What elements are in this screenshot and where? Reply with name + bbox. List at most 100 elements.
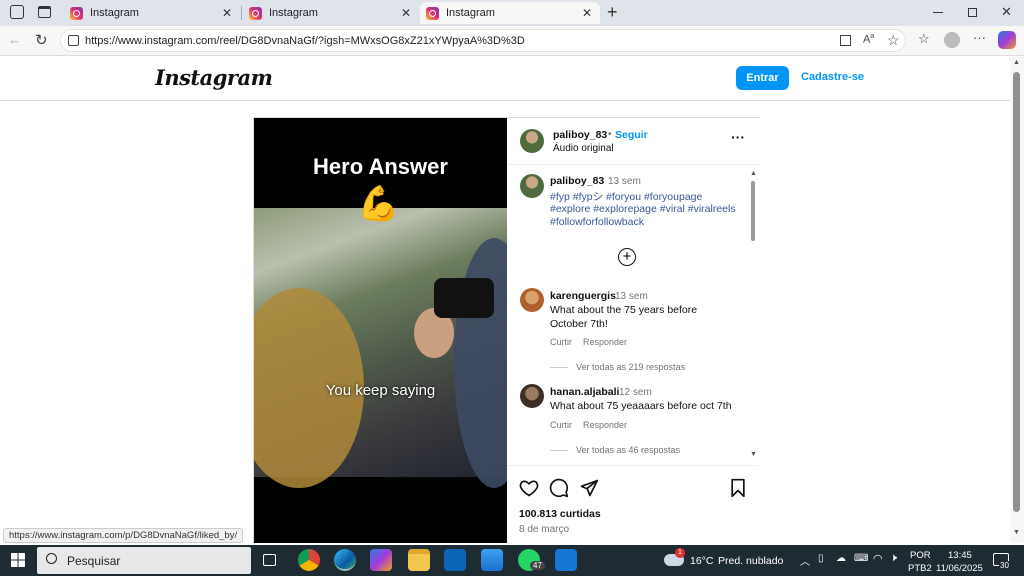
caption-time: 13 sem (608, 176, 641, 187)
tab-separator (241, 6, 242, 20)
comment-icon[interactable] (549, 478, 569, 498)
refresh-icon[interactable]: ↻ (35, 31, 48, 49)
audio-label[interactable]: Áudio original (553, 143, 614, 154)
reel-post: Hero Answer 💪 You keep saying paliboy_83… (253, 117, 759, 543)
outlook-new-icon[interactable] (555, 549, 577, 571)
likes-count[interactable]: 100.813 curtidas (519, 508, 601, 520)
tab-instagram-1[interactable]: Instagram ✕ (64, 2, 240, 24)
tray-app-icon[interactable]: ⌨ (854, 553, 868, 564)
signup-link[interactable]: Cadastre-se (801, 71, 864, 83)
view-replies-button[interactable]: Ver todas as 219 respostas (576, 362, 685, 372)
whatsapp-badge: 47 (530, 561, 545, 570)
page-scroll-thumb[interactable] (1013, 72, 1020, 512)
close-tab-icon[interactable]: ✕ (582, 6, 592, 20)
caption-username[interactable]: paliboy_83 (550, 175, 604, 187)
video-frame (254, 208, 507, 488)
login-button[interactable]: Entrar (736, 66, 789, 90)
author-avatar[interactable] (520, 174, 544, 198)
weather-temp[interactable]: 16°C (690, 555, 713, 567)
comment-username[interactable]: karenguergis (550, 290, 616, 302)
chrome-icon[interactable] (298, 549, 320, 571)
tab-instagram-2[interactable]: Instagram ✕ (243, 2, 419, 24)
like-comment-button[interactable]: Curtir (550, 420, 572, 430)
share-icon[interactable] (579, 478, 599, 498)
keyboard-layout[interactable]: PTB2 (908, 563, 932, 574)
outlook-icon[interactable] (444, 549, 466, 571)
search-icon (46, 553, 57, 564)
clock-date[interactable]: 11/06/2025 (936, 563, 983, 574)
page-scrollbar[interactable]: ▲ ▼ (1010, 57, 1024, 543)
more-options-icon[interactable]: ··· (731, 129, 745, 145)
file-explorer-icon[interactable] (408, 549, 430, 571)
workspaces-icon[interactable] (10, 5, 24, 19)
copilot-icon[interactable] (998, 31, 1016, 49)
follow-button[interactable]: Seguir (615, 129, 648, 141)
read-aloud-icon[interactable]: Aa (863, 33, 874, 46)
onedrive-icon[interactable]: ☁ (836, 553, 846, 564)
edge-icon[interactable] (334, 549, 356, 571)
post-sidebar: paliboy_83 • Seguir Áudio original ··· p… (507, 118, 759, 543)
comments-scroll-up-icon[interactable]: ▲ (750, 170, 757, 177)
post-date[interactable]: 8 de março (519, 524, 569, 535)
taskbar-search[interactable]: Pesquisar (37, 547, 251, 574)
store-icon[interactable] (481, 549, 503, 571)
close-tab-icon[interactable]: ✕ (222, 6, 232, 20)
page-scroll-down-icon[interactable]: ▼ (1013, 529, 1020, 536)
back-icon[interactable]: ← (8, 32, 21, 47)
comment-username[interactable]: hanan.aljabali (550, 386, 619, 398)
page-scroll-up-icon[interactable]: ▲ (1013, 59, 1020, 66)
close-window-button[interactable]: ✕ (1001, 4, 1012, 20)
favorite-star-icon[interactable]: ☆ (887, 32, 900, 49)
copilot-app-icon[interactable] (370, 549, 392, 571)
restore-button[interactable] (968, 8, 977, 17)
hashtags-line[interactable]: #followforfollowback (550, 216, 644, 228)
browser-toolbar: ← ↻ https://www.instagram.com/reel/DG8Dv… (0, 26, 1024, 56)
video-subtitle: You keep saying (325, 382, 436, 399)
tab-strip: Instagram ✕ Instagram ✕ Instagram ✕ + ✕ (0, 0, 1024, 26)
instagram-favicon-icon (70, 6, 83, 20)
comment-text: What about 75 yeaaaars before oct 7th (550, 400, 732, 412)
flexed-biceps-emoji: 💪 (357, 185, 400, 223)
clock-time[interactable]: 13:45 (948, 550, 972, 561)
comment-text: October 7th! (550, 318, 608, 330)
save-bookmark-icon[interactable] (729, 478, 747, 498)
weather-desc[interactable]: Pred. nublado (718, 555, 783, 567)
reply-button[interactable]: Responder (583, 337, 627, 347)
more-options-icon[interactable]: ··· (973, 30, 986, 45)
minimize-button[interactable] (933, 12, 943, 13)
comment-avatar[interactable] (520, 288, 544, 312)
hashtags-line[interactable]: #fyp #fypシ #foryou #foryoupage (550, 189, 702, 204)
windows-start-icon[interactable] (11, 553, 25, 567)
address-bar[interactable]: https://www.instagram.com/reel/DG8DvnaNa… (60, 29, 906, 52)
author-avatar[interactable] (520, 129, 544, 153)
reply-button[interactable]: Responder (583, 420, 627, 430)
show-hidden-icons-icon[interactable]: ︿ (800, 553, 810, 568)
close-tab-icon[interactable]: ✕ (401, 6, 411, 20)
tab-actions-icon[interactable] (38, 6, 51, 18)
heart-icon[interactable] (519, 478, 539, 498)
site-info-icon[interactable] (68, 35, 79, 46)
comment-avatar[interactable] (520, 384, 544, 408)
app-available-icon[interactable] (840, 35, 851, 46)
new-tab-button[interactable]: + (607, 2, 618, 23)
favorites-icon[interactable]: ☆ (918, 31, 930, 47)
load-more-comments-icon[interactable]: + (618, 248, 636, 266)
task-view-icon[interactable] (263, 554, 276, 566)
instagram-logo[interactable]: Instagram (155, 65, 273, 90)
author-username[interactable]: paliboy_83 (553, 129, 607, 141)
wifi-icon[interactable]: ◠ (873, 552, 883, 565)
video-person-right (454, 238, 507, 488)
comments-scroll-down-icon[interactable]: ▼ (750, 451, 757, 458)
volume-icon[interactable]: 🕨 (890, 552, 897, 565)
tab-instagram-3-active[interactable]: Instagram ✕ (420, 2, 600, 24)
view-replies-button[interactable]: Ver todas as 46 respostas (576, 445, 680, 455)
reel-video[interactable]: Hero Answer 💪 You keep saying (254, 118, 507, 543)
comments-scrollbar[interactable] (750, 178, 756, 459)
language-indicator[interactable]: POR (910, 550, 931, 561)
like-comment-button[interactable]: Curtir (550, 337, 572, 347)
weather-badge: 1 (675, 548, 685, 558)
comments-scroll-thumb[interactable] (751, 181, 755, 241)
hashtags-line[interactable]: #explore #explorepage #viral #viralreels (550, 203, 736, 215)
system-tray-icon[interactable]: ▯ (818, 553, 824, 564)
profile-avatar[interactable] (944, 32, 960, 48)
